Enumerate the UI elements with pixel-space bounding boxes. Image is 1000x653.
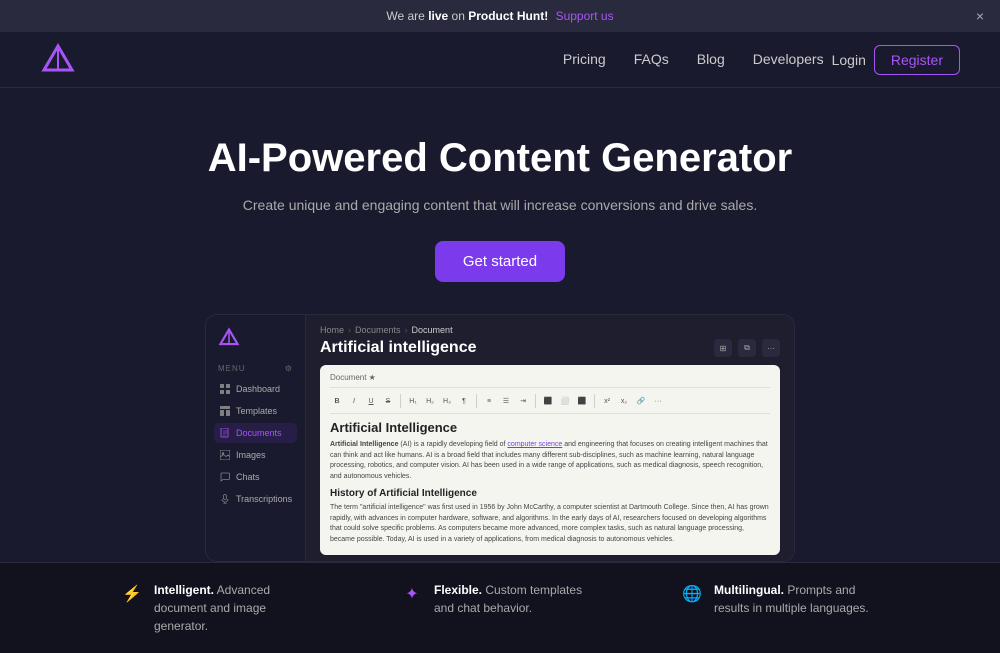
sidebar-item-dashboard[interactable]: Dashboard bbox=[214, 379, 297, 399]
section-title: History of Artificial Intelligence bbox=[330, 488, 770, 499]
templates-label: Templates bbox=[236, 406, 277, 416]
close-button[interactable]: × bbox=[976, 8, 984, 24]
flexible-icon: ✦ bbox=[400, 582, 424, 606]
chats-label: Chats bbox=[236, 472, 260, 482]
image-icon bbox=[220, 450, 230, 460]
feature-flexible: ✦ Flexible. Custom templates and chat be… bbox=[400, 581, 600, 635]
ol-btn[interactable]: ☰ bbox=[499, 394, 513, 408]
h4-btn[interactable]: ¶ bbox=[457, 394, 471, 408]
feature-multilingual-text: Multilingual. Prompts and results in mul… bbox=[714, 581, 880, 617]
sidebar-item-documents[interactable]: Documents bbox=[214, 423, 297, 443]
doc-title: Artificial intelligence bbox=[320, 339, 476, 357]
subscript-btn[interactable]: x₂ bbox=[617, 394, 631, 408]
editor-header: Document ★ bbox=[330, 373, 770, 388]
announcement-text: We are live on Product Hunt! Support us bbox=[386, 9, 613, 23]
breadcrumb-home[interactable]: Home bbox=[320, 325, 344, 335]
app-preview: MENU ⚙ Dashboard Templates bbox=[205, 314, 795, 562]
bold-btn[interactable]: B bbox=[330, 394, 344, 408]
support-link[interactable]: Support us bbox=[556, 9, 614, 23]
toolbar-sep-3 bbox=[535, 394, 536, 408]
link-btn[interactable]: 🔗 bbox=[634, 394, 648, 408]
more-button[interactable]: ··· bbox=[762, 339, 780, 357]
intelligent-icon: ⚡ bbox=[120, 582, 144, 606]
register-button[interactable]: Register bbox=[874, 45, 960, 75]
live-badge: live bbox=[428, 9, 448, 23]
menu-label: MENU ⚙ bbox=[214, 364, 297, 373]
sidebar: MENU ⚙ Dashboard Templates bbox=[206, 315, 306, 561]
align-center-btn[interactable]: ⬜ bbox=[558, 394, 572, 408]
underline-btn[interactable]: U bbox=[364, 394, 378, 408]
main-content: Home › Documents › Document Artificial i… bbox=[306, 315, 794, 561]
hero-title: AI-Powered Content Generator bbox=[20, 136, 980, 181]
login-button[interactable]: Login bbox=[832, 52, 866, 68]
feature-intelligent: ⚡ Intelligent. Advanced document and ima… bbox=[120, 581, 320, 635]
mic-icon bbox=[220, 494, 230, 504]
menu-settings-icon[interactable]: ⚙ bbox=[285, 364, 293, 373]
nav-blog[interactable]: Blog bbox=[697, 51, 725, 67]
doc-actions: ⊞ ⧉ ··· bbox=[714, 339, 780, 357]
hero-section: AI-Powered Content Generator Create uniq… bbox=[0, 88, 1000, 314]
sidebar-item-transcriptions[interactable]: Transcriptions bbox=[214, 489, 297, 509]
breadcrumb-documents[interactable]: Documents bbox=[355, 325, 401, 335]
multilingual-icon: 🌐 bbox=[680, 582, 704, 606]
get-started-button[interactable]: Get started bbox=[435, 241, 565, 282]
logo-icon bbox=[40, 42, 76, 78]
toolbar-sep-1 bbox=[400, 394, 401, 408]
editor-title: Artificial Intelligence bbox=[330, 420, 770, 435]
share-button[interactable]: ⊞ bbox=[714, 339, 732, 357]
features-bar: ⚡ Intelligent. Advanced document and ima… bbox=[0, 562, 1000, 653]
images-label: Images bbox=[236, 450, 266, 460]
sidebar-logo bbox=[214, 327, 297, 354]
dashboard-label: Dashboard bbox=[236, 384, 280, 394]
doc-label-tag: Document ★ bbox=[330, 373, 376, 382]
more-format-btn[interactable]: ··· bbox=[651, 394, 665, 408]
h3-btn[interactable]: H₃ bbox=[440, 394, 454, 408]
sidebar-item-chats[interactable]: Chats bbox=[214, 467, 297, 487]
announcement-bar: We are live on Product Hunt! Support us … bbox=[0, 0, 1000, 32]
feature-flexible-text: Flexible. Custom templates and chat beha… bbox=[434, 581, 600, 617]
breadcrumb: Home › Documents › Document bbox=[306, 315, 794, 339]
platform-name: Product Hunt! bbox=[468, 9, 548, 23]
h2-btn[interactable]: H₂ bbox=[423, 394, 437, 408]
h1-btn[interactable]: H₁ bbox=[406, 394, 420, 408]
feature-intelligent-text: Intelligent. Advanced document and image… bbox=[154, 581, 320, 635]
document-icon bbox=[220, 428, 230, 438]
nav-pricing[interactable]: Pricing bbox=[563, 51, 606, 67]
toolbar-sep-2 bbox=[476, 394, 477, 408]
superscript-btn[interactable]: x² bbox=[600, 394, 614, 408]
align-left-btn[interactable]: ⬛ bbox=[541, 394, 555, 408]
section-body: The term "artificial intelligence" was f… bbox=[330, 503, 770, 545]
hero-subtitle: Create unique and engaging content that … bbox=[20, 197, 980, 213]
transcriptions-label: Transcriptions bbox=[236, 494, 292, 504]
strikethrough-btn[interactable]: S bbox=[381, 394, 395, 408]
grid-icon bbox=[220, 384, 230, 394]
italic-btn[interactable]: I bbox=[347, 394, 361, 408]
logo bbox=[40, 42, 76, 78]
sidebar-item-templates[interactable]: Templates bbox=[214, 401, 297, 421]
indent-btn[interactable]: ⇥ bbox=[516, 394, 530, 408]
template-icon bbox=[220, 406, 230, 416]
toolbar-sep-4 bbox=[594, 394, 595, 408]
toolbar: B I U S H₁ H₂ H₃ ¶ ≡ ☰ ⇥ ⬛ ⬜ ⬛ bbox=[330, 394, 770, 414]
sidebar-item-images[interactable]: Images bbox=[214, 445, 297, 465]
copy-button[interactable]: ⧉ bbox=[738, 339, 756, 357]
feature-multilingual: 🌐 Multilingual. Prompts and results in m… bbox=[680, 581, 880, 635]
documents-label: Documents bbox=[236, 428, 282, 438]
nav-developers[interactable]: Developers bbox=[753, 51, 824, 67]
nav-faqs[interactable]: FAQs bbox=[634, 51, 669, 67]
doc-title-bar: Artificial intelligence ⊞ ⧉ ··· bbox=[306, 339, 794, 365]
chat-icon bbox=[220, 472, 230, 482]
nav-links: Pricing FAQs Blog Developers bbox=[563, 51, 824, 69]
ul-btn[interactable]: ≡ bbox=[482, 394, 496, 408]
align-right-btn[interactable]: ⬛ bbox=[575, 394, 589, 408]
main-nav: Pricing FAQs Blog Developers Login Regis… bbox=[0, 32, 1000, 88]
editor-body: Artificial Intelligence (AI) is a rapidl… bbox=[330, 440, 770, 482]
breadcrumb-current: Document bbox=[412, 325, 453, 335]
editor-area[interactable]: Document ★ B I U S H₁ H₂ H₃ ¶ ≡ ☰ ⇥ bbox=[320, 365, 780, 555]
